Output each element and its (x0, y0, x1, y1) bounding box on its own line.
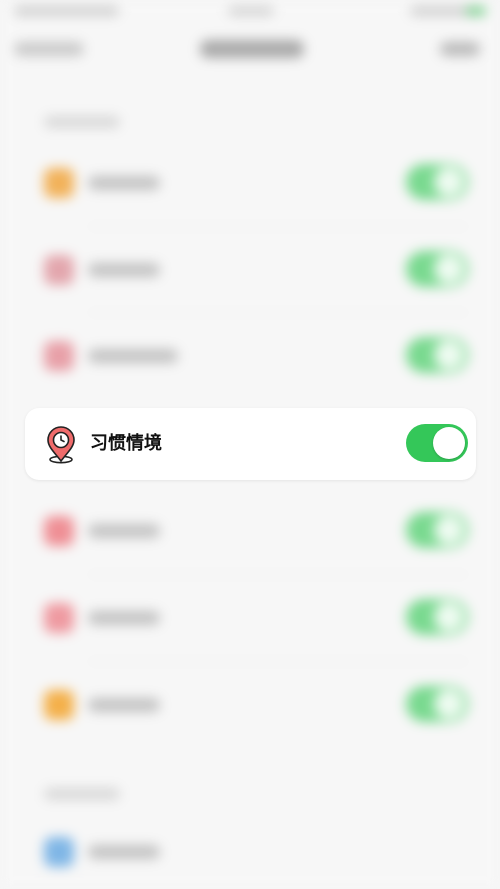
status-bar-left (14, 6, 119, 16)
status-bar-time (228, 6, 274, 16)
row-icon (44, 516, 74, 546)
row-icon (44, 255, 74, 285)
row-icon (44, 837, 74, 867)
row-icon (44, 690, 74, 720)
row-icon (44, 603, 74, 633)
divider (88, 312, 468, 313)
page-title (200, 40, 304, 58)
habit-context-setting-row[interactable]: 习惯情境 (25, 408, 476, 480)
list-item (28, 494, 476, 566)
list-item (28, 581, 476, 653)
nav-bar (0, 30, 500, 70)
row-label (88, 524, 160, 538)
list-item (28, 319, 476, 391)
section-header (44, 788, 120, 800)
row-label (88, 845, 160, 859)
setting-label: 习惯情境 (90, 433, 162, 454)
nav-action-button (440, 42, 480, 56)
list-item (28, 146, 476, 218)
row-toggle-knob (434, 602, 464, 632)
divider (88, 574, 468, 575)
list-item (28, 815, 476, 887)
row-label (88, 611, 160, 625)
toggle-knob (433, 427, 465, 459)
row-toggle-knob (434, 167, 464, 197)
location-clock-icon (47, 426, 75, 464)
habit-context-toggle[interactable] (406, 424, 468, 462)
row-icon (44, 168, 74, 198)
list-item (28, 233, 476, 305)
row-label (88, 349, 178, 363)
row-label (88, 263, 160, 277)
battery-icon (466, 7, 486, 15)
status-bar (0, 0, 500, 26)
section-header (44, 116, 120, 128)
divider (88, 661, 468, 662)
row-toggle-knob (434, 254, 464, 284)
row-label (88, 176, 160, 190)
divider (88, 226, 468, 227)
back-button (14, 42, 84, 56)
list-item (28, 668, 476, 740)
row-toggle-knob (434, 689, 464, 719)
row-icon (44, 341, 74, 371)
row-label (88, 698, 160, 712)
row-toggle-knob (434, 515, 464, 545)
row-toggle-knob (434, 340, 464, 370)
